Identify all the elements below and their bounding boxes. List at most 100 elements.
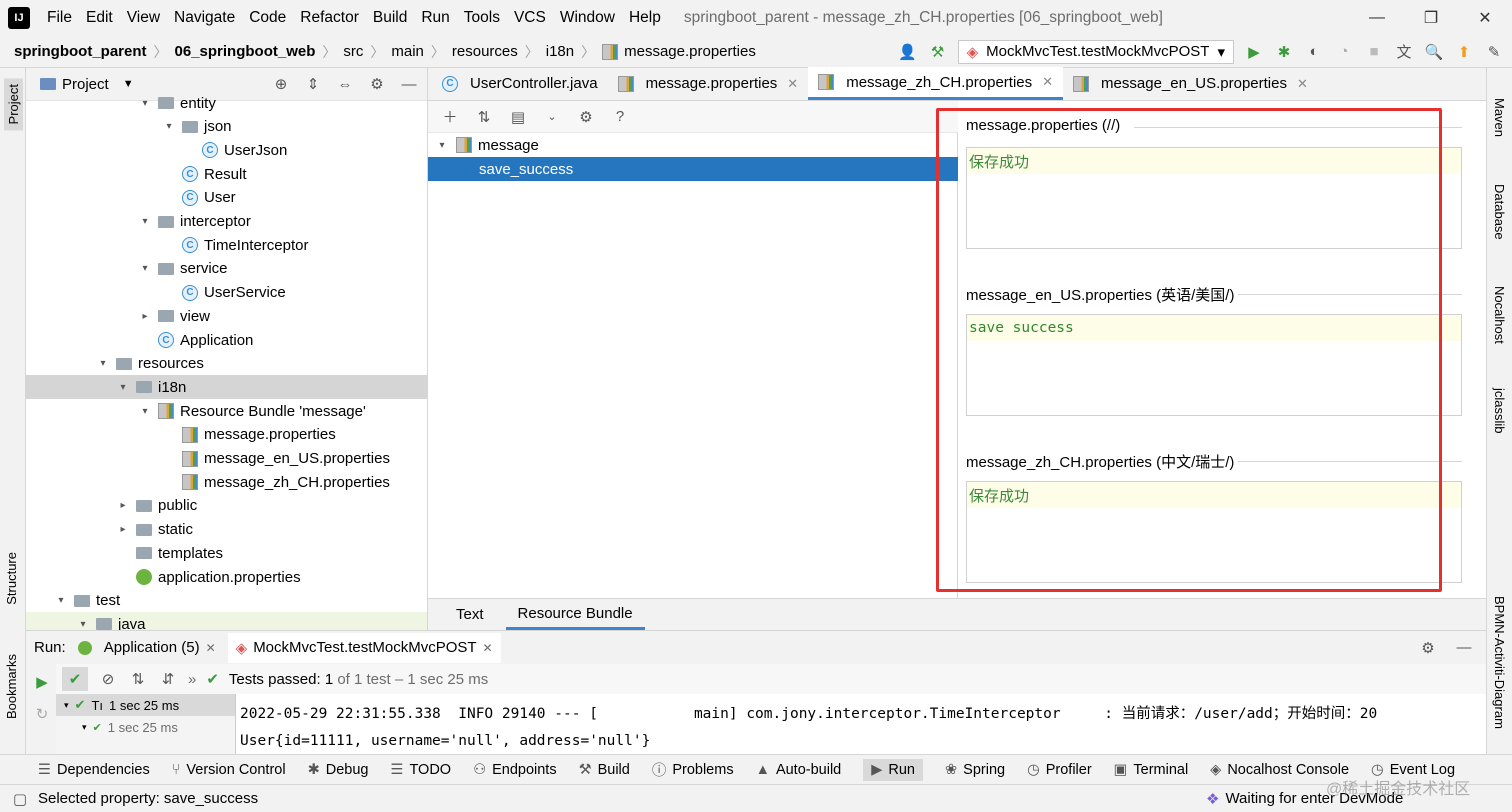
chevron-right-icon[interactable]: ▸ [138,311,152,322]
close-icon[interactable]: ✕ [787,76,798,92]
tree-item[interactable]: message_en_US.properties [26,447,427,471]
close-icon[interactable]: ✕ [483,641,493,655]
editor-tab[interactable]: message_en_US.properties ✕ [1063,67,1318,100]
chevron-down-icon[interactable]: ▾ [162,121,176,132]
tree-item[interactable]: C UserJson [26,138,427,162]
chevron-down-icon[interactable]: ▾ [138,98,152,109]
run-config-selector[interactable]: ◈ MockMvcTest.testMockMvcPOST ▾ [957,39,1234,64]
search-icon[interactable]: 🔍 [1424,42,1444,62]
tree-item[interactable]: ▾ json [26,115,427,139]
breadcrumb-item[interactable]: resources [452,43,518,60]
menu-file[interactable]: File [40,9,79,27]
tab-resource-bundle[interactable]: Resource Bundle [505,599,645,630]
sort-alpha-icon[interactable]: ⇅ [128,669,148,689]
breadcrumb-item[interactable]: src [343,43,363,60]
menu-build[interactable]: Build [366,9,414,27]
tool-window-debug[interactable]: ✱ Debug [308,762,369,778]
nocalhost-tool-button[interactable]: Nocalhost [1492,286,1507,344]
close-icon[interactable]: ✕ [1297,76,1308,92]
editor-tab[interactable]: C UserController.java [432,67,608,100]
chevron-down-icon[interactable]: ▼ [123,78,134,90]
editor-tab[interactable]: message.properties ✕ [608,67,809,100]
tool-window-terminal[interactable]: ▣ Terminal [1114,762,1189,778]
chevron-down-icon[interactable]: ▾ [116,382,130,393]
hide-icon[interactable]: — [1454,638,1474,658]
tree-item[interactable]: ▸ static [26,518,427,542]
menu-code[interactable]: Code [242,9,293,27]
database-tool-button[interactable]: Database [1492,184,1507,240]
show-passed-icon[interactable]: ✔ [62,667,88,691]
add-icon[interactable]: ＋ [440,107,460,127]
tool-window-dependencies[interactable]: ☰ Dependencies [38,762,150,778]
breadcrumb-item[interactable]: message.properties [624,43,756,60]
chevron-down-icon[interactable]: ▾ [138,263,152,274]
menu-edit[interactable]: Edit [79,9,120,27]
stop-icon[interactable]: ■ [1364,42,1384,62]
tool-window-run[interactable]: ▶ Run [863,758,923,781]
tree-item[interactable]: ▾ test [26,589,427,613]
bundle-key-row[interactable]: save_success [428,157,958,181]
tree-item[interactable]: ▾ service [26,257,427,281]
show-ignored-icon[interactable]: ⊘ [98,669,118,689]
tab-text[interactable]: Text [444,599,496,630]
plugin-icon[interactable]: ✎ [1484,42,1504,62]
project-panel-title[interactable]: Project [62,76,109,93]
tree-item[interactable]: ▾ Resource Bundle 'message' [26,399,427,423]
sort-duration-icon[interactable]: ⇵ [158,669,178,689]
tree-item[interactable]: C Result [26,162,427,186]
sort-icon[interactable]: ⇅ [474,107,494,127]
group-icon[interactable]: ▤ [508,107,528,127]
chevron-down-icon[interactable]: ▾ [76,619,90,630]
more-icon[interactable]: » [188,671,196,688]
panel-toggle-icon[interactable]: ▢ [10,789,30,809]
menu-help[interactable]: Help [622,9,668,27]
tree-item[interactable]: ▾ java [26,612,427,630]
chevron-down-icon[interactable]: ⌄ [542,107,562,127]
restore-button[interactable]: ❐ [1404,0,1458,36]
menu-window[interactable]: Window [553,9,622,27]
close-icon[interactable]: ✕ [1042,74,1053,90]
coverage-icon[interactable]: ◐ [1304,42,1324,62]
help-icon[interactable]: ? [610,107,630,127]
tool-window-version-control[interactable]: ⑂ Version Control [172,762,286,778]
close-window-button[interactable]: ✕ [1458,0,1512,36]
run-icon[interactable]: ▶ [1244,42,1264,62]
tool-window-problems[interactable]: ⓘ Problems [652,759,734,780]
gear-icon[interactable]: ⚙ [1418,638,1438,658]
menu-refactor[interactable]: Refactor [293,9,366,27]
tool-window-build[interactable]: ⚒ Build [579,762,630,778]
tool-window-auto-build[interactable]: ▲ Auto-build [756,762,842,778]
test-case-row[interactable]: ▾ ✔ 1 sec 25 ms [56,716,235,738]
jclasslib-tool-button[interactable]: jclasslib [1492,388,1507,434]
chevron-right-icon[interactable]: ▸ [116,524,130,535]
tree-item[interactable]: ▸ public [26,494,427,518]
tree-item[interactable]: application.properties [26,565,427,589]
run-tab-application[interactable]: Application (5) ✕ [77,639,216,656]
project-tool-button[interactable]: Project [4,78,23,131]
tree-item[interactable]: message.properties [26,423,427,447]
structure-tool-button[interactable]: Structure [4,552,19,605]
translate-icon[interactable]: 文 [1394,42,1414,62]
chevron-down-icon[interactable]: ▾ [138,406,152,417]
bundle-root[interactable]: ▾ message [428,133,958,157]
breadcrumb-item[interactable]: i18n [546,43,574,60]
build-hammer-icon[interactable]: ⚒ [928,42,948,62]
menu-vcs[interactable]: VCS [507,9,553,27]
tool-window-profiler[interactable]: ◷ Profiler [1027,762,1092,778]
menu-run[interactable]: Run [414,9,456,27]
breadcrumb-item[interactable]: main [391,43,424,60]
tree-item[interactable]: ▸ view [26,304,427,328]
test-root-row[interactable]: ▾ ✔ Tı 1 sec 25 ms [56,694,235,716]
bookmarks-tool-button[interactable]: Bookmarks [4,654,19,719]
tool-window-endpoints[interactable]: ⚇ Endpoints [473,762,557,778]
chevron-right-icon[interactable]: ▸ [116,500,130,511]
rerun-icon[interactable]: ▶ [32,672,52,692]
close-icon[interactable]: ✕ [206,641,216,655]
tool-window-spring[interactable]: ❀ Spring [945,762,1005,778]
tree-item[interactable]: C UserService [26,281,427,305]
update-icon[interactable]: ⬆ [1454,42,1474,62]
tree-item[interactable]: C TimeInterceptor [26,233,427,257]
tree-item[interactable]: ▾ resources [26,352,427,376]
menu-view[interactable]: View [120,9,167,27]
tree-item[interactable]: ▾ interceptor [26,210,427,234]
